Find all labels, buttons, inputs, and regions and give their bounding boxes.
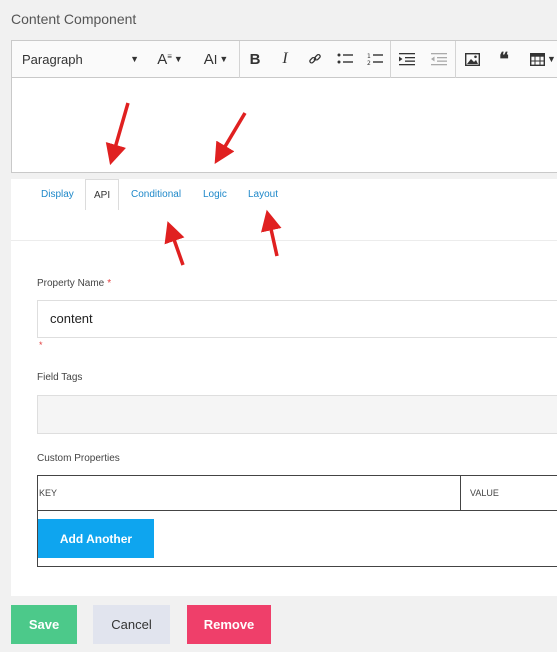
numbered-list-button[interactable]: 1 2 bbox=[360, 41, 390, 77]
required-indicator: * bbox=[39, 340, 43, 350]
indent-button[interactable] bbox=[391, 41, 423, 77]
rich-text-editor: Paragraph ▼ A ≡ ▼ A I ▼ B I 1 2 ❝ ▼ bbox=[11, 40, 557, 173]
font-size-button[interactable]: A ≡ ▼ bbox=[147, 41, 193, 77]
property-name-label: Property Name * bbox=[37, 278, 112, 289]
chevron-down-icon: ▼ bbox=[173, 54, 183, 64]
indent-icon bbox=[399, 53, 415, 66]
editor-toolbar: Paragraph ▼ A ≡ ▼ A I ▼ B I 1 2 ❝ ▼ bbox=[12, 40, 557, 78]
block-quote-button[interactable]: ❝ bbox=[488, 41, 520, 77]
remove-button[interactable]: Remove bbox=[187, 605, 271, 644]
tab-conditional[interactable]: Conditional bbox=[131, 179, 181, 210]
bulleted-list-icon bbox=[337, 53, 353, 64]
italic-button[interactable]: I bbox=[270, 41, 300, 77]
chevron-down-icon: ▼ bbox=[547, 54, 556, 64]
add-another-button[interactable]: Add Another bbox=[38, 519, 154, 558]
page-title: Content Component bbox=[11, 11, 137, 27]
paragraph-format-select[interactable]: Paragraph ▼ bbox=[12, 41, 147, 77]
value-column-header: VALUE bbox=[470, 488, 499, 498]
tab-api[interactable]: API bbox=[85, 179, 120, 210]
custom-properties-table: KEY VALUE Add Another bbox=[37, 475, 557, 567]
link-icon bbox=[309, 53, 321, 64]
settings-panel: Display API Conditional Logic Layout Pro… bbox=[11, 179, 557, 596]
chevron-down-icon: ▼ bbox=[219, 54, 229, 64]
image-icon bbox=[464, 52, 480, 66]
key-column-header: KEY bbox=[38, 476, 461, 510]
chevron-down-icon: ▼ bbox=[130, 54, 139, 64]
tab-logic[interactable]: Logic bbox=[203, 179, 227, 210]
insert-table-button[interactable]: ▼ bbox=[520, 41, 557, 77]
numbered-list-icon: 1 2 bbox=[367, 53, 383, 66]
field-tags-input[interactable] bbox=[37, 395, 557, 434]
svg-text:1: 1 bbox=[367, 53, 371, 60]
link-button[interactable] bbox=[300, 41, 330, 77]
settings-tabs: Display API Conditional Logic Layout bbox=[11, 179, 557, 210]
custom-properties-label: Custom Properties bbox=[37, 453, 120, 464]
outdent-button[interactable] bbox=[423, 41, 455, 77]
bold-button[interactable]: B bbox=[240, 41, 270, 77]
paragraph-format-label: Paragraph bbox=[22, 51, 83, 67]
svg-text:2: 2 bbox=[367, 60, 371, 66]
save-button[interactable]: Save bbox=[11, 605, 77, 644]
field-tags-label: Field Tags bbox=[37, 372, 83, 383]
insert-image-button[interactable] bbox=[456, 41, 488, 77]
tab-display[interactable]: Display bbox=[41, 179, 74, 210]
required-indicator: * bbox=[107, 278, 112, 289]
bulleted-list-button[interactable] bbox=[330, 41, 360, 77]
property-name-input[interactable]: content bbox=[37, 300, 557, 338]
tab-layout[interactable]: Layout bbox=[248, 179, 278, 210]
table-header-row: KEY VALUE bbox=[38, 476, 557, 511]
table-icon bbox=[530, 52, 546, 66]
editor-content-area[interactable] bbox=[12, 78, 557, 172]
component-settings-dialog: Content Component Paragraph ▼ A ≡ ▼ A I … bbox=[0, 0, 557, 652]
font-family-icon: A bbox=[203, 50, 214, 68]
font-size-icon: A bbox=[157, 50, 168, 68]
font-family-button[interactable]: A I ▼ bbox=[193, 41, 239, 77]
outdent-icon bbox=[431, 53, 447, 66]
cancel-button[interactable]: Cancel bbox=[93, 605, 170, 644]
